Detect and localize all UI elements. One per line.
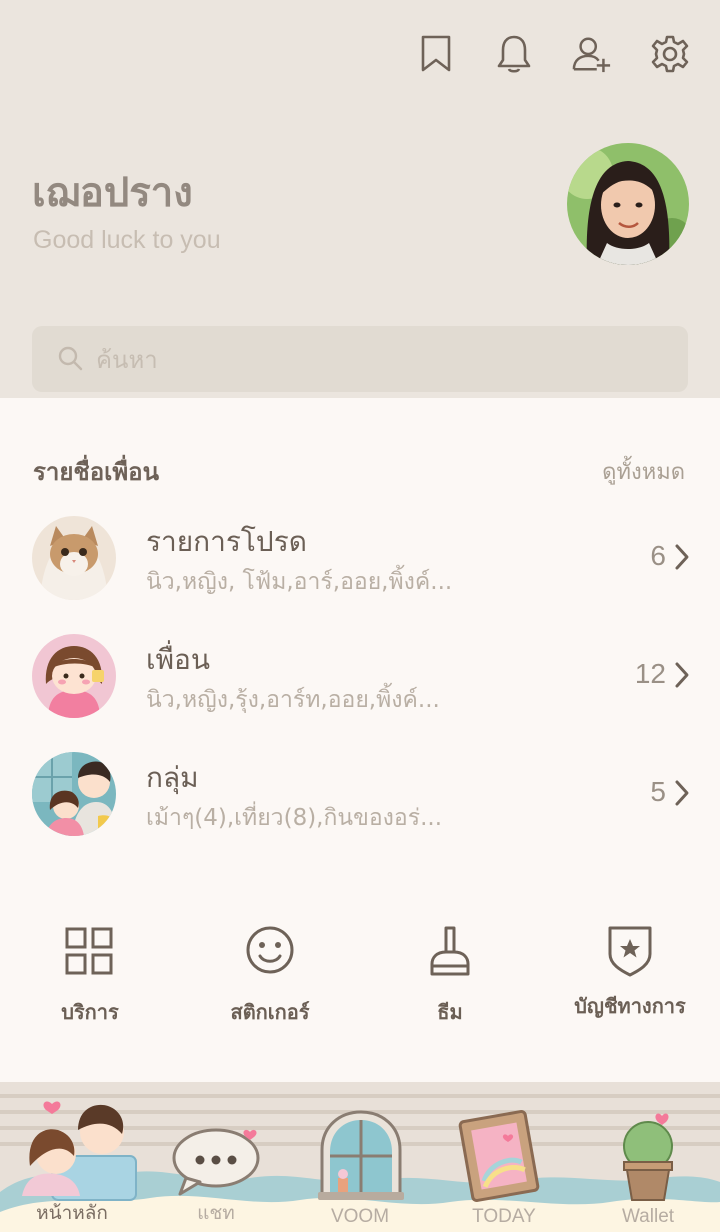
bookmark-icon[interactable]: [416, 30, 456, 78]
tab-home[interactable]: หน้าหลัก: [0, 1198, 144, 1228]
profile-header: เฌอปราง Good luck to you ค้นหา: [0, 0, 720, 398]
bottom-tab-bar: หน้าหลัก แชท VOOM TODAY Wallet: [0, 1082, 720, 1232]
themes-button[interactable]: ธีม: [360, 922, 540, 1028]
favorites-avatar: [32, 516, 116, 600]
chat-tab-illustration: [172, 1128, 260, 1196]
friend-group-row-groups[interactable]: กลุ่ม เม้าๆ(4),เที่ยว(8),กินของอร่... 5: [0, 752, 720, 852]
friend-group-row-friends[interactable]: เพื่อน นิว,หญิง,รุ้ง,อาร์ท,ออย,พิ้งค์...…: [0, 634, 720, 734]
official-accounts-label: บัญชีทางการ: [574, 994, 686, 1018]
chevron-right-icon: [675, 544, 689, 570]
themes-label: ธีม: [437, 1000, 463, 1024]
friend-group-count: 5: [650, 776, 666, 807]
see-all-link[interactable]: ดูทั้งหมด: [602, 454, 685, 489]
wallet-tab-illustration: [623, 1113, 673, 1201]
official-accounts-button[interactable]: บัญชีทางการ: [540, 922, 720, 1022]
tab-chat[interactable]: แชท: [144, 1198, 288, 1228]
friend-group-title: รายการโปรด: [146, 525, 307, 558]
stickers-label: สติกเกอร์: [230, 1000, 310, 1024]
brush-icon: [430, 926, 470, 976]
header-toolbar: [416, 30, 690, 78]
friend-group-count: 12: [634, 658, 666, 689]
chevron-right-icon: [675, 780, 689, 806]
friends-section-title: รายชื่อเพื่อน: [33, 458, 159, 486]
bell-icon[interactable]: [494, 30, 534, 78]
home-tab-illustration: [22, 1101, 137, 1201]
friend-group-members: นิว,หญิง,รุ้ง,อาร์ท,ออย,พิ้งค์...: [146, 687, 440, 713]
profile-status-message[interactable]: Good luck to you: [33, 226, 221, 255]
search-icon: [58, 346, 83, 371]
smiley-icon: [246, 926, 294, 974]
profile-name[interactable]: เฌอปราง: [32, 160, 193, 224]
search-bar[interactable]: ค้นหา: [32, 326, 688, 392]
friend-group-members: นิว,หญิง, โฟ้ม,อาร์,ออย,พิ้งค์...: [146, 569, 453, 595]
add-friend-icon[interactable]: [572, 30, 612, 78]
search-placeholder: ค้นหา: [96, 345, 158, 374]
groups-avatar: [32, 752, 116, 836]
services-shortcuts: บริการ สติกเกอร์ ธีม บัญชีทางการ: [0, 922, 720, 1032]
voom-tab-illustration: [318, 1110, 404, 1200]
services-button[interactable]: บริการ: [0, 922, 180, 1028]
friends-avatar: [32, 634, 116, 718]
official-badge-icon: [608, 926, 652, 977]
services-label: บริการ: [61, 1000, 119, 1024]
gear-icon[interactable]: [650, 30, 690, 78]
tab-voom[interactable]: VOOM: [288, 1206, 432, 1228]
friend-group-row-favorites[interactable]: รายการโปรด นิว,หญิง, โฟ้ม,อาร์,ออย,พิ้งค…: [0, 516, 720, 616]
today-tab-illustration: [458, 1110, 540, 1202]
friend-group-count: 6: [650, 540, 666, 571]
chevron-right-icon: [675, 662, 689, 688]
stickers-button[interactable]: สติกเกอร์: [180, 922, 360, 1028]
friend-group-members: เม้าๆ(4),เที่ยว(8),กินของอร่...: [146, 805, 443, 831]
friend-group-title: เพื่อน: [146, 643, 210, 676]
profile-avatar[interactable]: [567, 143, 689, 265]
friend-group-title: กลุ่ม: [146, 761, 199, 794]
tab-today[interactable]: TODAY: [432, 1206, 576, 1228]
tab-wallet[interactable]: Wallet: [576, 1206, 720, 1228]
grid-icon: [65, 927, 113, 975]
